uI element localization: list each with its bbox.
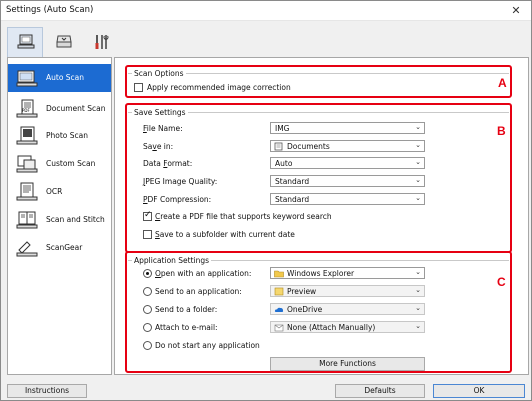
sidebar-item-label: Document Scan (46, 104, 106, 113)
title-bar: Settings (Auto Scan) ✕ (1, 1, 531, 21)
chevron-down-icon: ⌄ (415, 141, 421, 149)
send-to-app-label: Send to an application: (155, 287, 242, 296)
computer-scan-icon (17, 34, 35, 49)
sidebar-item-label: Scan and Stitch (46, 215, 105, 224)
create-pdf-checkbox[interactable] (143, 210, 152, 221)
send-to-folder-label: Send to a folder: (155, 305, 218, 314)
chevron-down-icon: ⌄ (415, 304, 421, 312)
sidebar-item-auto-scan[interactable]: Auto Scan (8, 64, 111, 92)
attach-email-label: Attach to e-mail: (155, 323, 218, 332)
sidebar-item-document-scan[interactable]: PDF Document Scan (8, 95, 111, 123)
scangear-icon (16, 241, 38, 257)
sidebar-item-label: Auto Scan (46, 73, 85, 82)
data-format-label: Data Format: (143, 159, 193, 168)
send-to-folder-select[interactable]: OneDrive ⌄ (270, 303, 425, 315)
onedrive-cloud-icon (274, 307, 284, 312)
send-to-app-radio[interactable] (143, 287, 152, 296)
more-functions-button[interactable]: More Functions (270, 357, 425, 371)
scan-options-title: Scan Options (132, 69, 186, 78)
chevron-down-icon: ⌄ (415, 322, 421, 330)
chevron-down-icon: ⌄ (415, 286, 421, 294)
ocr-icon (16, 182, 38, 201)
section-marker-c: C (497, 275, 506, 289)
chevron-down-icon: ⌄ (415, 123, 421, 131)
sidebar-item-scan-and-stitch[interactable]: Scan and Stitch (8, 206, 111, 234)
chevron-down-icon: ⌄ (415, 268, 421, 276)
email-icon (274, 324, 284, 332)
open-with-app-select[interactable]: Windows Explorer ⌄ (270, 267, 425, 279)
sidebar-item-photo-scan[interactable]: Photo Scan (8, 122, 111, 150)
defaults-button[interactable]: Defaults (335, 384, 425, 398)
apply-correction-checkbox[interactable] (134, 83, 143, 92)
attach-email-select[interactable]: None (Attach Manually) ⌄ (270, 321, 425, 333)
tab-scan-from-operation-panel[interactable] (45, 27, 81, 55)
create-pdf-label: Create a PDF file that supports keyword … (155, 212, 332, 221)
close-icon[interactable]: ✕ (501, 1, 531, 20)
document-scan-icon: PDF (16, 99, 38, 118)
pdf-compression-label: PDF Compression: (143, 195, 212, 204)
tools-icon (95, 35, 109, 49)
sidebar: Auto Scan PDF Document Scan Photo Scan C… (7, 57, 112, 375)
no-app-radio[interactable] (143, 341, 152, 350)
attach-email-radio[interactable] (143, 323, 152, 332)
file-name-label: File Name: (143, 124, 183, 133)
jpeg-quality-label: JPEG Image Quality: (143, 177, 218, 186)
save-subfolder-label: Save to a subfolder with current date (155, 230, 295, 239)
ok-button[interactable]: OK (433, 384, 525, 398)
save-in-select[interactable]: Documents ⌄ (270, 140, 425, 152)
section-marker-a: A (498, 76, 507, 90)
svg-text:PDF: PDF (22, 108, 30, 113)
app-settings-title: Application Settings (132, 256, 212, 265)
tab-general-settings[interactable] (83, 27, 119, 55)
save-settings-title: Save Settings (132, 108, 188, 117)
chevron-down-icon: ⌄ (415, 158, 421, 166)
sidebar-item-ocr[interactable]: OCR (8, 178, 111, 206)
apply-correction-label: Apply recommended image correction (147, 83, 291, 92)
settings-window: Settings (Auto Scan) ✕ Auto Scan PDF Doc… (0, 0, 532, 401)
sidebar-item-label: Custom Scan (46, 159, 96, 168)
folder-icon (274, 270, 284, 278)
chevron-down-icon: ⌄ (415, 194, 421, 202)
section-marker-b: B (497, 124, 506, 138)
sidebar-item-label: Photo Scan (46, 131, 89, 140)
no-app-label: Do not start any application (155, 341, 260, 350)
file-name-input[interactable]: IMG ⌄ (270, 122, 425, 134)
preview-app-icon (274, 287, 284, 296)
data-format-select[interactable]: Auto ⌄ (270, 157, 425, 169)
tab-scan-from-computer[interactable] (7, 27, 43, 57)
send-to-app-select[interactable]: Preview ⌄ (270, 285, 425, 297)
chevron-down-icon: ⌄ (415, 176, 421, 184)
toolbar (1, 21, 531, 57)
sidebar-item-custom-scan[interactable]: Custom Scan (8, 150, 111, 178)
save-subfolder-checkbox[interactable] (143, 230, 152, 239)
sidebar-item-label: OCR (46, 187, 63, 196)
sidebar-item-scangear[interactable]: ScanGear (8, 234, 111, 262)
pdf-compression-select[interactable]: Standard ⌄ (270, 193, 425, 205)
open-with-app-label: Open with an application: (155, 269, 252, 278)
scan-and-stitch-icon (16, 211, 38, 229)
sidebar-item-label: ScanGear (46, 243, 83, 252)
auto-scan-icon (16, 70, 38, 87)
send-to-folder-radio[interactable] (143, 305, 152, 314)
settings-panel: Scan Options A Apply recommended image c… (114, 57, 529, 375)
open-with-app-radio[interactable] (143, 269, 152, 278)
documents-folder-icon (274, 142, 283, 151)
instructions-button[interactable]: Instructions (7, 384, 87, 398)
custom-scan-icon (16, 155, 38, 173)
scanner-panel-icon (56, 35, 72, 48)
photo-scan-icon (16, 126, 38, 145)
save-in-label: Save in: (143, 142, 174, 151)
jpeg-quality-select[interactable]: Standard ⌄ (270, 175, 425, 187)
window-title: Settings (Auto Scan) (6, 5, 94, 15)
